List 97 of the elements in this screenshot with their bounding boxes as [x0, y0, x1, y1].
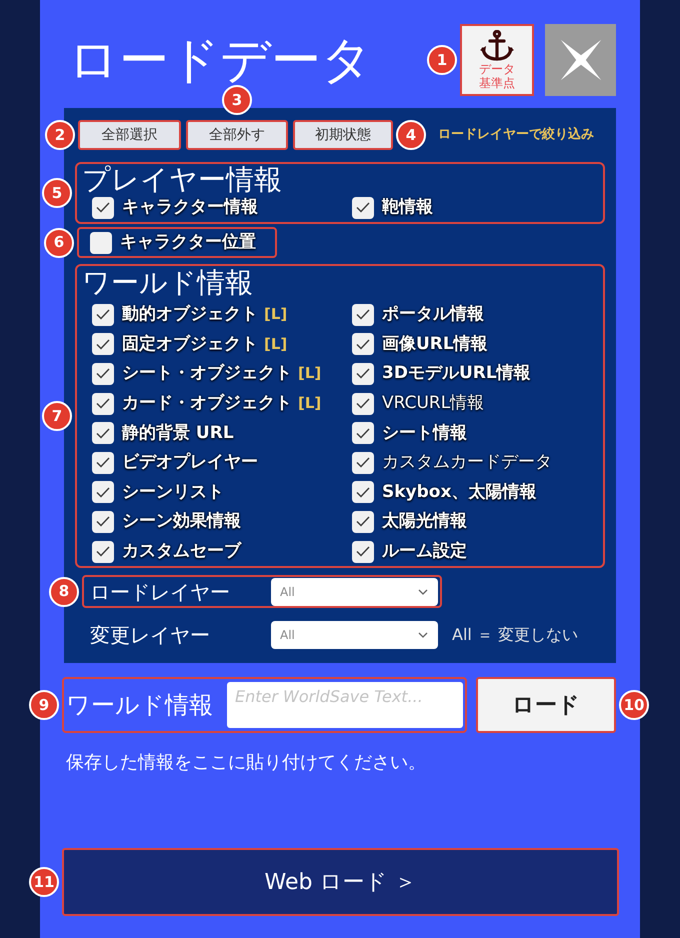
layer-tag: [L] [264, 307, 288, 322]
checkbox[interactable] [352, 481, 374, 504]
check-icon [356, 546, 370, 558]
number-badge: 2 [45, 120, 75, 150]
checkbox[interactable] [352, 362, 374, 385]
load-button[interactable]: ロード [476, 677, 616, 733]
layer-label: 変更レイヤー [90, 624, 211, 644]
checkbox-label: 固定オブジェクト [122, 336, 258, 353]
check-icon [356, 486, 370, 498]
layer-label: ロードレイヤー [90, 582, 231, 602]
check-icon [96, 428, 110, 439]
check-icon [356, 428, 370, 439]
filter-note: ロードレイヤーで絞り込み [438, 126, 594, 144]
checkbox[interactable] [92, 304, 114, 326]
section-heading: プレイヤー情報 [81, 164, 283, 196]
page-title: ロードデータ [68, 35, 372, 85]
check-icon [96, 457, 110, 468]
checkbox-label: ポータル情報 [382, 306, 484, 324]
checkbox[interactable] [92, 196, 114, 218]
checkbox-label: シート情報 [382, 424, 467, 442]
number-badge: 4 [396, 120, 426, 150]
check-icon [356, 457, 370, 468]
checkbox[interactable] [92, 481, 114, 504]
checkbox[interactable] [352, 304, 374, 326]
checkbox[interactable] [352, 510, 374, 533]
checkbox-label: 太陽光情報 [382, 513, 467, 530]
check-icon [96, 516, 110, 528]
check-icon [96, 486, 110, 498]
check-icon [96, 546, 110, 558]
layer-tag: [L] [298, 396, 322, 412]
checkbox-label: シート・オブジェクト [122, 365, 292, 382]
checkbox[interactable] [92, 422, 114, 444]
checkbox-label: カード・オブジェクト [122, 395, 292, 412]
checkbox[interactable] [92, 362, 114, 385]
number-badge: 10 [619, 690, 649, 720]
layer-tag: [L] [298, 366, 322, 382]
checkbox[interactable] [92, 540, 114, 563]
check-icon [356, 368, 370, 380]
checkbox-label: キャラクター情報 [122, 199, 258, 216]
checkbox-label: カスタムカードデータ [382, 454, 552, 472]
checkbox-label: 鞄情報 [382, 199, 433, 216]
close-button[interactable] [545, 24, 616, 96]
action-button[interactable]: 全部選択 [78, 120, 181, 150]
check-icon [96, 398, 110, 410]
check-icon [96, 368, 110, 380]
check-icon [356, 338, 370, 350]
number-badge: 1 [427, 45, 457, 75]
check-icon [356, 516, 370, 528]
checkbox[interactable] [352, 452, 374, 474]
section-heading: ワールド情報 [81, 266, 254, 300]
checkbox-label: ビデオプレイヤー [122, 454, 258, 472]
anchor-button[interactable]: データ基準点 [460, 24, 534, 96]
chevron-down-icon [418, 632, 428, 638]
action-button[interactable]: 初期状態 [293, 120, 393, 150]
checkbox[interactable] [352, 333, 374, 356]
number-badge: 6 [44, 228, 74, 258]
number-badge: 3 [222, 85, 252, 115]
checkbox-label: 画像URL情報 [382, 336, 488, 353]
checkbox-label: シーン効果情報 [122, 513, 241, 530]
checkbox[interactable] [352, 392, 374, 415]
world-text-label: ワールド情報 [66, 693, 214, 717]
check-icon [356, 202, 370, 213]
world-text-field[interactable]: Enter WorldSave Text... [227, 682, 463, 728]
checkbox-label: 3DモデルURL情報 [382, 365, 531, 382]
number-badge: 11 [29, 867, 59, 897]
checkbox[interactable] [92, 510, 114, 533]
checkbox[interactable] [90, 232, 112, 254]
checkbox-label: カスタムセーブ [122, 543, 241, 560]
check-icon [96, 309, 110, 320]
checkbox-label: 動的オブジェクト [122, 306, 258, 324]
number-badge: 8 [49, 576, 79, 606]
checkbox-label: シーンリスト [122, 484, 224, 501]
checkbox-label: ルーム設定 [382, 543, 467, 560]
checkbox[interactable] [92, 452, 114, 474]
checkbox-label: 静的背景 URL [122, 424, 234, 442]
check-icon [96, 202, 110, 213]
number-badge: 5 [42, 178, 72, 208]
checkbox[interactable] [92, 392, 114, 415]
checkbox[interactable] [352, 540, 374, 563]
action-button[interactable]: 全部外す [186, 120, 288, 150]
number-badge: 9 [29, 690, 59, 720]
check-icon [96, 338, 110, 350]
checkbox-label: キャラクター位置 [120, 234, 256, 251]
chevron-down-icon [418, 588, 428, 594]
layer-tag: [L] [264, 336, 288, 352]
layer-note: All ＝ 変更しない [452, 624, 578, 646]
instruction-text: 保存した情報をここに貼り付けてください。 [66, 751, 426, 775]
checkbox[interactable] [352, 422, 374, 444]
checkbox[interactable] [352, 196, 374, 218]
anchor-icon [479, 30, 515, 62]
checkbox-label: VRCURL情報 [382, 395, 484, 412]
web-load-button[interactable]: Web ロード ＞ [62, 848, 619, 916]
checkbox-label: Skybox、太陽情報 [382, 484, 536, 501]
checkbox[interactable] [92, 333, 114, 356]
check-icon [356, 398, 370, 410]
check-icon [356, 309, 370, 320]
number-badge: 7 [42, 401, 72, 431]
